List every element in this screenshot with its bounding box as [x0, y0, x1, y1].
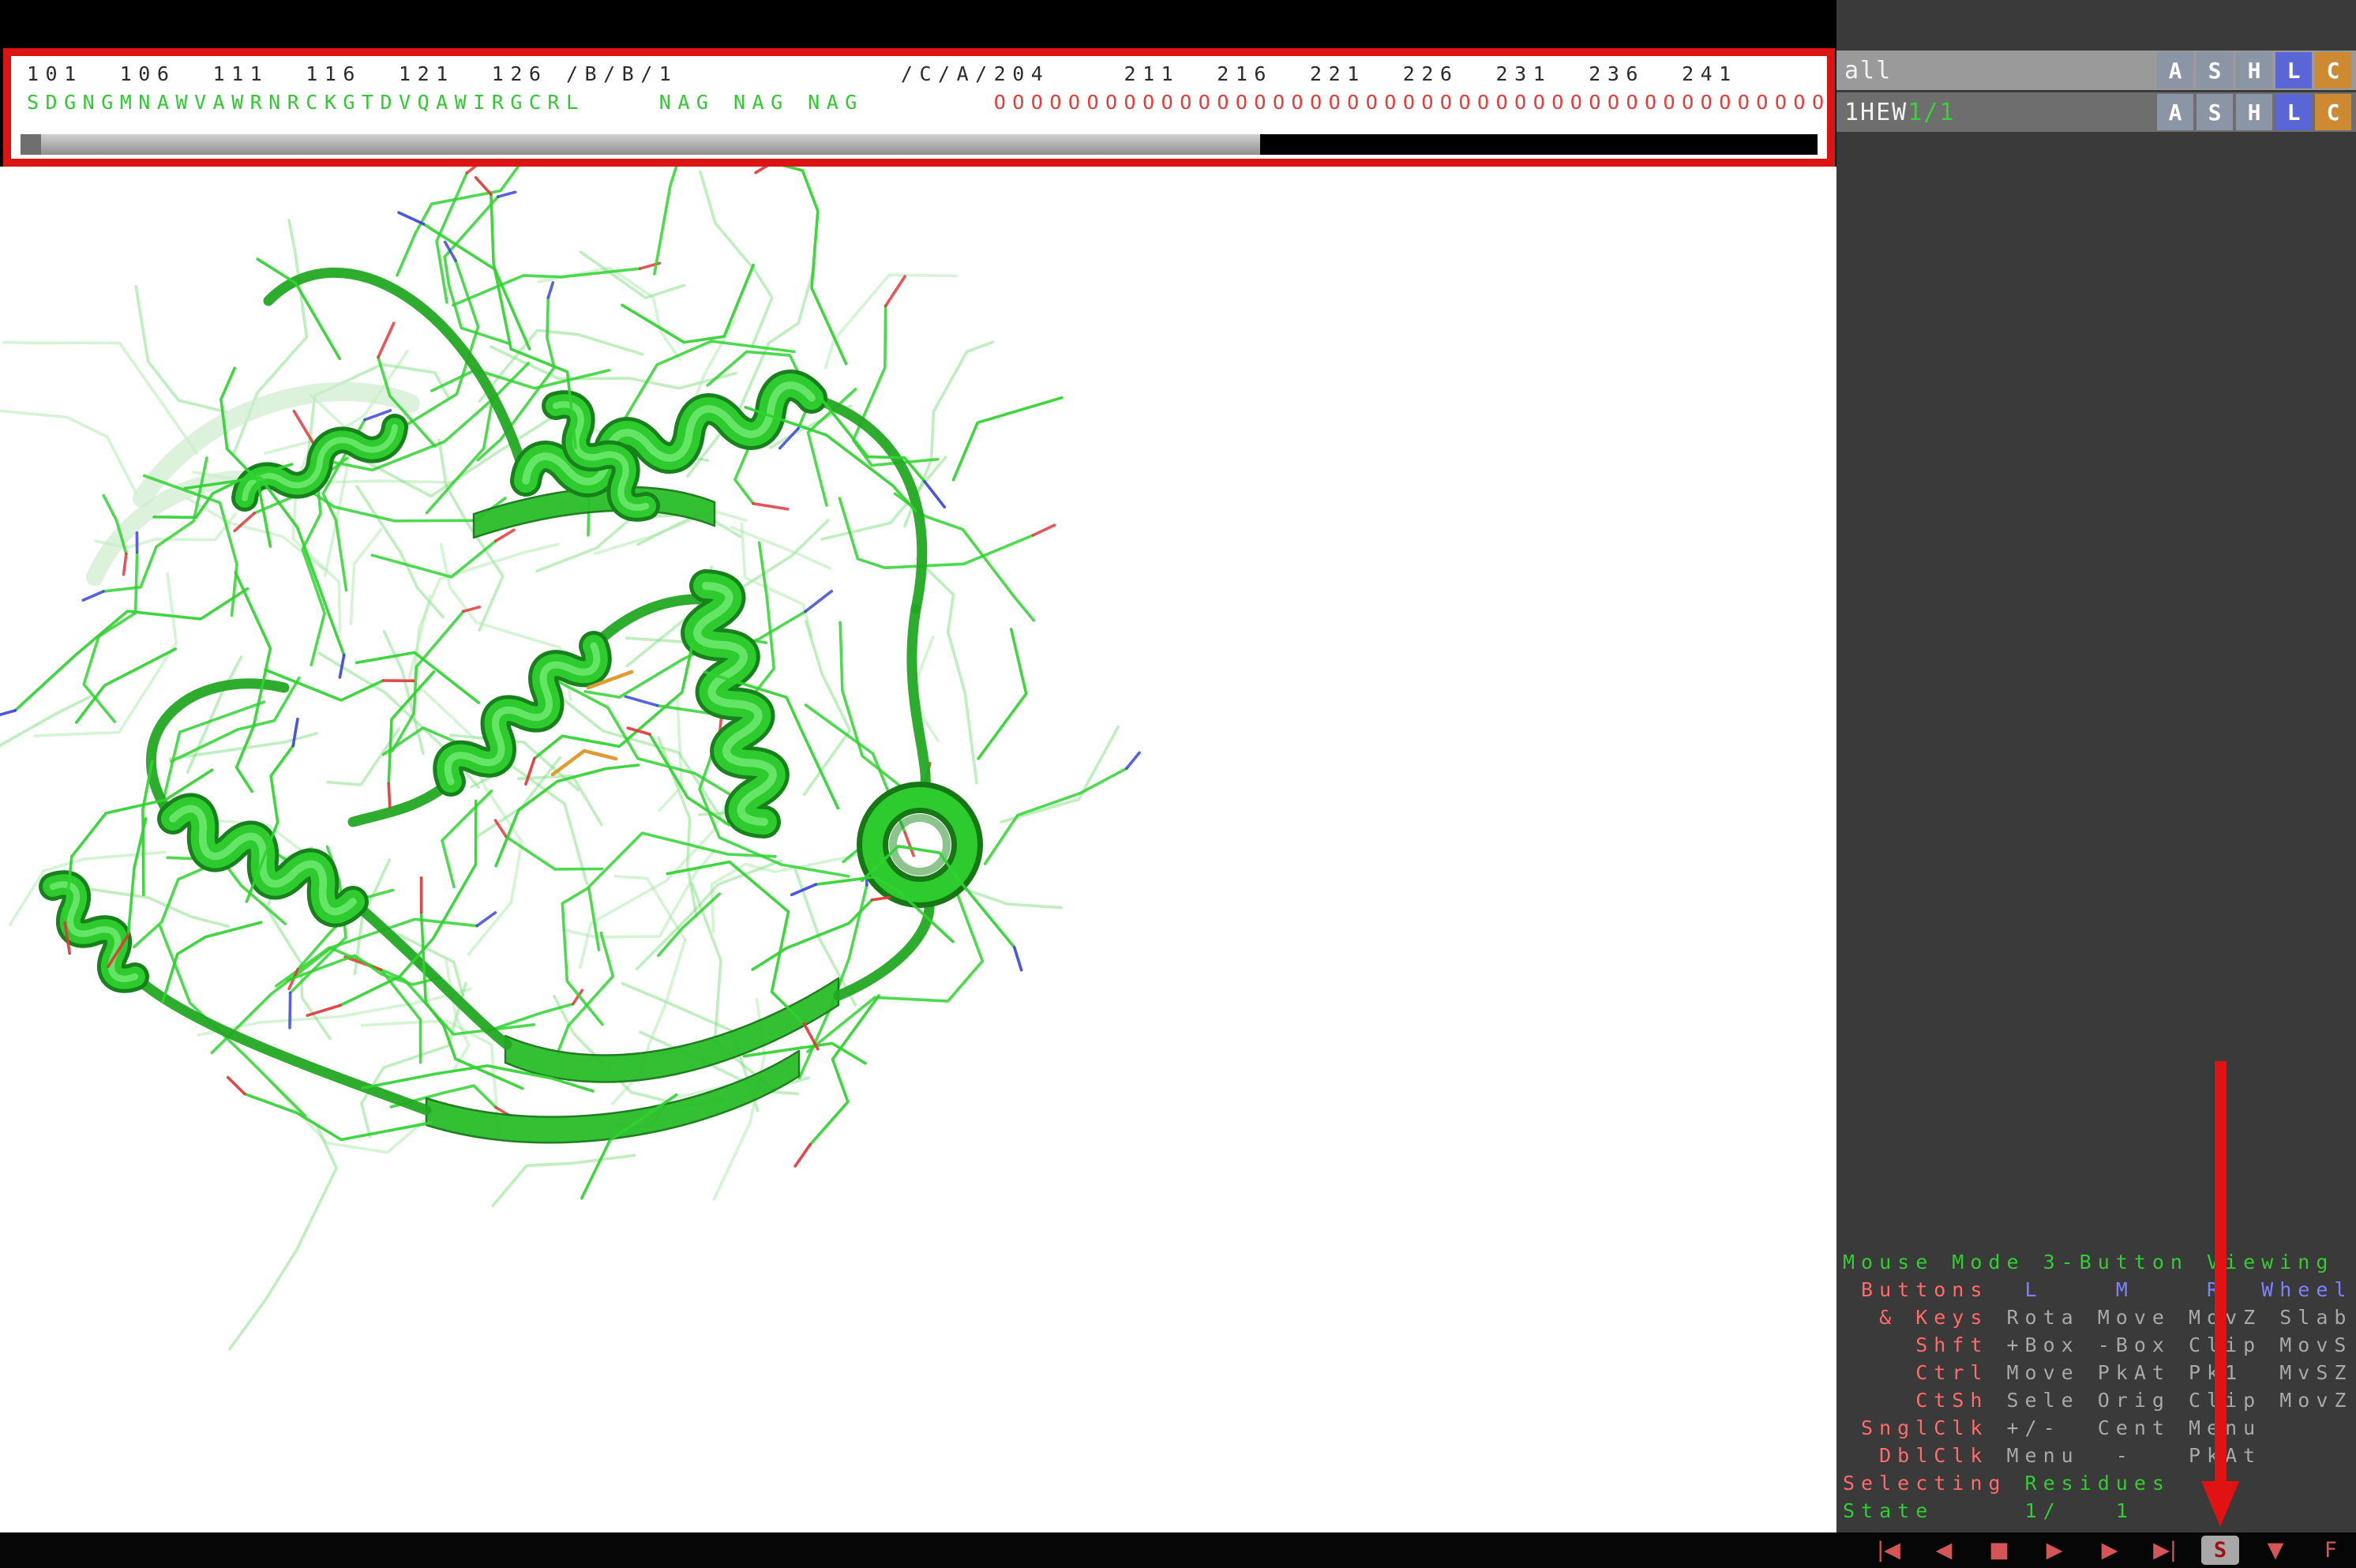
all-action-button[interactable]: A — [2157, 52, 2193, 88]
seq-gap1 — [585, 91, 659, 114]
mouse-panel-line: Ctrl Move PkAt Pk1 MvSZ — [1843, 1359, 2352, 1386]
sequence-scrollbar[interactable] — [21, 134, 1818, 155]
viewer-area: 101 106 111 116 121 126 /B/B/1 /C/A/204 … — [0, 0, 1836, 1532]
mouse-panel-line: CtSh Sele Orig Clip MovZ — [1843, 1386, 2352, 1414]
object-row-all[interactable]: all ASHLC — [1836, 51, 2356, 90]
mouse-panel-line: Buttons L M R Wheel — [1843, 1276, 2352, 1304]
1hew-hide-button[interactable]: H — [2236, 94, 2272, 130]
residue-numbers: 101 106 111 116 121 126 /B/B/1 /C/A/204 … — [27, 60, 1827, 88]
object-row-1hew[interactable]: 1HEW 1/1 ASHLC — [1836, 92, 2356, 132]
annotation-arrow-head — [2201, 1481, 2239, 1527]
sequence-toggle-button[interactable]: S — [2201, 1536, 2239, 1565]
mouse-panel-line: State 1/ 1 — [1843, 1497, 2352, 1525]
mouse-panel-line: Selecting Residues — [1843, 1469, 2352, 1497]
object-name[interactable]: 1HEW — [1844, 99, 1908, 126]
1hew-label-button[interactable]: L — [2275, 94, 2312, 130]
seq-gap2 — [864, 91, 994, 114]
sequence-letters[interactable]: SDGNGMNAWVAWRNRCKGTDVQAWIRGCRL NAG NAG N… — [27, 88, 1827, 117]
scrollbar-left-cap — [21, 134, 41, 155]
all-show-button[interactable]: S — [2197, 52, 2233, 88]
1hew-show-button[interactable]: S — [2197, 94, 2233, 130]
sequence-bar: 101 106 111 116 121 126 /B/B/1 /C/A/204 … — [11, 56, 1827, 159]
protein-rendering — [0, 167, 1836, 1532]
back-button[interactable]: ◀ — [1925, 1536, 1963, 1565]
seq-residues[interactable]: SDGNGMNAWVAWRNRCKGTDVQAWIRGCRL — [27, 91, 585, 114]
mouse-panel-line: & Keys Rota Move MovZ Slab — [1843, 1304, 2352, 1331]
hide-panel-button[interactable]: ▼ — [2257, 1536, 2294, 1565]
vcr-controls: |◀ ◀ ■ ▶ ▶ ▶| S ▼ F — [1870, 1536, 2350, 1565]
annotation-rectangle: 101 106 111 116 121 126 /B/B/1 /C/A/204 … — [3, 48, 1835, 167]
1hew-action-button[interactable]: A — [2157, 94, 2193, 130]
object-list: all ASHLC 1HEW 1/1 ASHLC — [1836, 0, 2356, 132]
play-button[interactable]: ▶ — [2035, 1536, 2073, 1565]
seq-waters[interactable]: OOOOOOOOOOOOOOOOOOOOOOOOOOOOOOOOOOOOOOOO… — [994, 91, 1827, 114]
bottom-bar: |◀ ◀ ■ ▶ ▶ ▶| S ▼ F — [0, 1532, 2356, 1568]
all-label-button[interactable]: L — [2275, 52, 2312, 88]
object-name[interactable]: all — [1844, 57, 1892, 84]
all-color-button[interactable]: C — [2315, 52, 2351, 88]
end-button[interactable]: ▶| — [2146, 1536, 2184, 1565]
annotation-arrow — [2215, 1061, 2227, 1484]
forward-button[interactable]: ▶ — [2091, 1536, 2129, 1565]
seq-ligands[interactable]: NAG NAG NAG — [659, 91, 864, 114]
side-panel: all ASHLC 1HEW 1/1 ASHLC Mouse Mode 3-Butto… — [1836, 0, 2356, 1532]
3d-viewport[interactable] — [0, 167, 1836, 1532]
mouse-panel-line: DblClk Menu - PkAt — [1843, 1442, 2352, 1469]
object-state: 1/1 — [1908, 99, 1955, 126]
stop-button[interactable]: ■ — [1980, 1536, 2018, 1565]
1hew-color-button[interactable]: C — [2315, 94, 2351, 130]
scrollbar-handle[interactable] — [21, 134, 1260, 155]
mouse-mode-panel: Mouse Mode 3-Button Viewing Buttons L M … — [1843, 1248, 2352, 1525]
rewind-button[interactable]: |◀ — [1870, 1536, 1908, 1565]
all-hide-button[interactable]: H — [2236, 52, 2272, 88]
mouse-panel-line: SnglClk +/- Cent Menu — [1843, 1414, 2352, 1442]
fullscreen-button[interactable]: F — [2312, 1536, 2350, 1565]
mouse-panel-line: Mouse Mode 3-Button Viewing — [1843, 1248, 2352, 1276]
mouse-panel-line: Shft +Box -Box Clip MovS — [1843, 1331, 2352, 1359]
